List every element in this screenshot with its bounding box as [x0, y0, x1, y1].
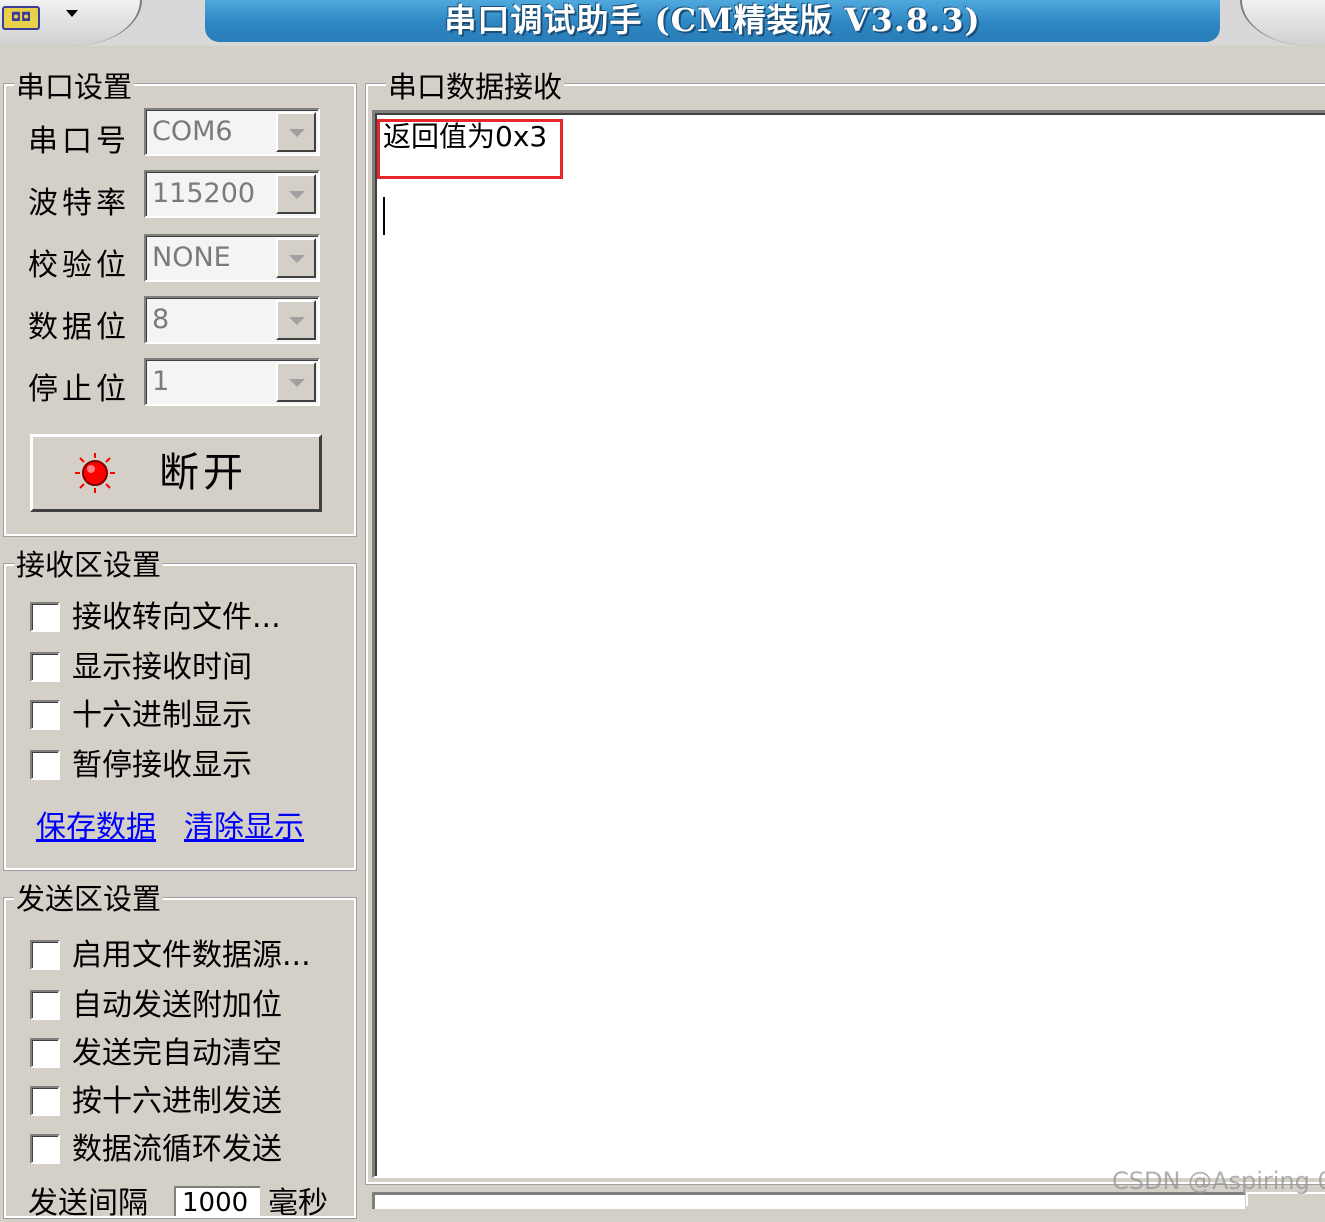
serial-port-icon[interactable]: ◘◘ — [2, 6, 40, 30]
stopbits-label: 停止位 — [28, 372, 130, 407]
baud-select[interactable]: 115200 — [144, 170, 320, 218]
auto-clear-checkbox[interactable] — [30, 1038, 60, 1068]
show-recv-time-checkbox[interactable] — [30, 652, 60, 682]
file-source-checkbox[interactable] — [30, 940, 60, 970]
text-caret — [383, 197, 385, 235]
receive-settings-title: 接收区设置 — [14, 548, 164, 582]
databits-label: 数据位 — [28, 310, 130, 345]
auto-clear-label: 发送完自动清空 — [72, 1036, 282, 1071]
parity-label: 校验位 — [28, 248, 130, 283]
port-value: COM6 — [152, 116, 233, 147]
red-led-icon — [75, 453, 115, 493]
stopbits-value: 1 — [152, 366, 170, 397]
receive-panel-title: 串口数据接收 — [386, 70, 565, 104]
send-settings-title: 发送区设置 — [14, 882, 164, 916]
port-label: 串口号 — [28, 124, 130, 159]
hex-send-label: 按十六进制发送 — [72, 1084, 282, 1119]
show-recv-time-label: 显示接收时间 — [72, 650, 252, 685]
parity-value: NONE — [152, 242, 231, 273]
auto-append-label: 自动发送附加位 — [72, 988, 282, 1023]
port-dropdown-button[interactable] — [276, 112, 316, 152]
highlight-annotation-box — [377, 119, 563, 179]
title-bar: ◘◘ 串口调试助手 (CM精装版 V3.8.3) — [0, 0, 1325, 46]
stopbits-dropdown-button[interactable] — [276, 362, 316, 402]
pause-display-label: 暂停接收显示 — [72, 748, 252, 783]
hex-display-checkbox[interactable] — [30, 700, 60, 730]
port-select[interactable]: COM6 — [144, 108, 320, 156]
chevron-down-icon — [289, 191, 305, 199]
clear-display-link[interactable]: 清除显示 — [184, 810, 304, 846]
parity-dropdown-button[interactable] — [276, 238, 316, 278]
loop-send-label: 数据流循环发送 — [72, 1132, 282, 1167]
chevron-down-icon — [289, 255, 305, 263]
title-bar-left: ◘◘ — [0, 0, 142, 46]
disconnect-button-label: 断开 — [159, 450, 247, 496]
send-interval-input[interactable]: 1000 — [174, 1186, 260, 1218]
recv-to-file-label: 接收转向文件... — [72, 600, 281, 635]
databits-value: 8 — [152, 304, 170, 335]
loop-send-checkbox[interactable] — [30, 1134, 60, 1164]
chevron-down-icon — [289, 129, 305, 137]
send-interval-label: 发送间隔 — [28, 1186, 148, 1221]
disconnect-button[interactable]: 断开 — [30, 434, 322, 512]
serial-settings-title: 串口设置 — [14, 70, 135, 104]
databits-dropdown-button[interactable] — [276, 300, 316, 340]
system-menu-arrow-icon[interactable] — [66, 10, 78, 17]
hex-send-checkbox[interactable] — [30, 1086, 60, 1116]
baud-dropdown-button[interactable] — [276, 174, 316, 214]
recv-to-file-checkbox[interactable] — [30, 602, 60, 632]
baud-label: 波特率 — [28, 186, 130, 221]
title-bar-right — [1240, 0, 1325, 46]
chevron-down-icon — [289, 317, 305, 325]
databits-select[interactable]: 8 — [144, 296, 320, 344]
window-title: 串口调试助手 (CM精装版 V3.8.3) — [444, 1, 981, 39]
title-bar-center: 串口调试助手 (CM精装版 V3.8.3) — [205, 0, 1220, 42]
file-source-label: 启用文件数据源... — [72, 938, 311, 973]
hex-display-label: 十六进制显示 — [72, 698, 252, 733]
chevron-down-icon — [289, 379, 305, 387]
baud-value: 115200 — [152, 178, 256, 209]
receive-textarea[interactable]: 返回值为0x3 — [372, 110, 1325, 1178]
stopbits-select[interactable]: 1 — [144, 358, 320, 406]
watermark: CSDN @Aspiring 0 — [1112, 1167, 1325, 1195]
pause-display-checkbox[interactable] — [30, 750, 60, 780]
send-interval-unit: 毫秒 — [268, 1186, 328, 1221]
auto-append-checkbox[interactable] — [30, 990, 60, 1020]
save-data-link[interactable]: 保存数据 — [36, 810, 156, 846]
parity-select[interactable]: NONE — [144, 234, 320, 282]
